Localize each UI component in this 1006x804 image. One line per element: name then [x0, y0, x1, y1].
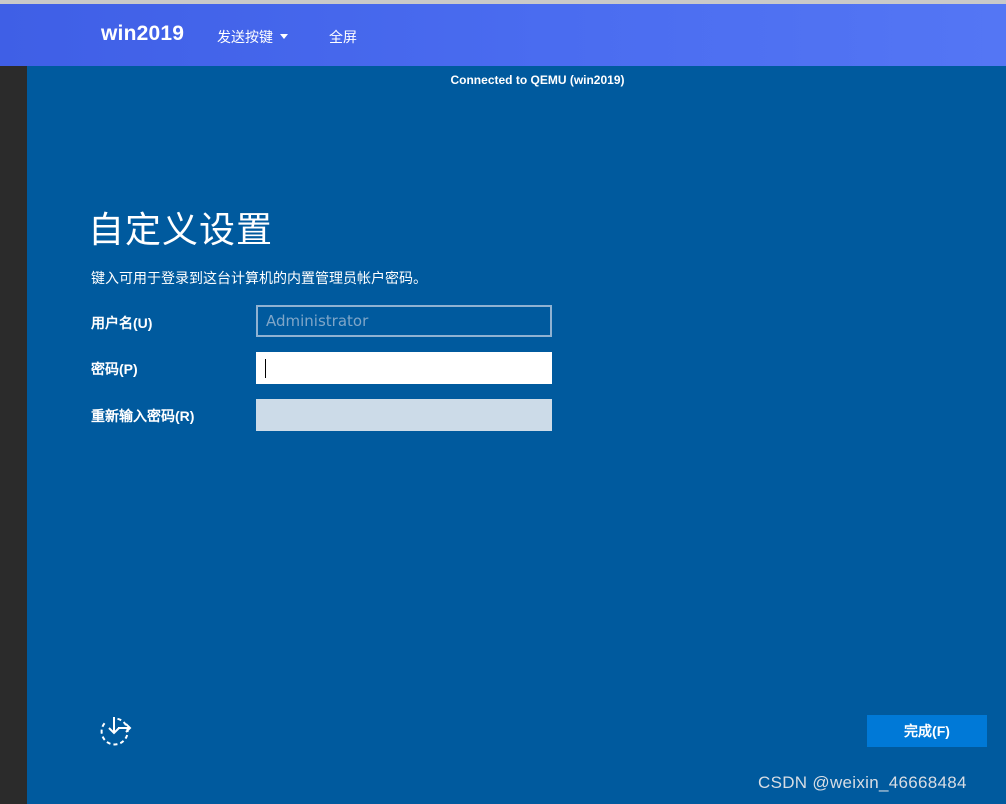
ease-of-access-icon[interactable] [97, 714, 133, 750]
username-label: 用户名(U) [91, 315, 153, 331]
caret-down-icon [280, 34, 288, 39]
vm-console-screen[interactable]: Connected to QEMU (win2019) 自定义设置 键入可用于登… [27, 66, 1006, 804]
connection-status: Connected to QEMU (win2019) [450, 73, 625, 87]
password-field[interactable] [256, 352, 552, 384]
brand-title[interactable]: win2019 [101, 22, 184, 46]
text-cursor [265, 359, 266, 378]
send-keys-dropdown[interactable]: 发送按键 [217, 27, 288, 47]
password-label: 密码(P) [91, 361, 138, 377]
left-panel-strip [0, 66, 27, 804]
finish-button[interactable]: 完成(F) [867, 715, 987, 747]
send-keys-label: 发送按键 [217, 29, 273, 45]
reenter-password-label: 重新输入密码(R) [91, 408, 195, 424]
page-title: 自定义设置 [88, 209, 274, 250]
csdn-watermark: CSDN @weixin_46668484 [758, 773, 967, 792]
top-navbar: win2019 发送按键 全屏 [0, 4, 1006, 66]
page-description: 键入可用于登录到这台计算机的内置管理员帐户密码。 [91, 270, 427, 286]
username-field: Administrator [256, 305, 552, 337]
fullscreen-link[interactable]: 全屏 [329, 27, 357, 47]
reenter-password-field[interactable] [256, 399, 552, 431]
